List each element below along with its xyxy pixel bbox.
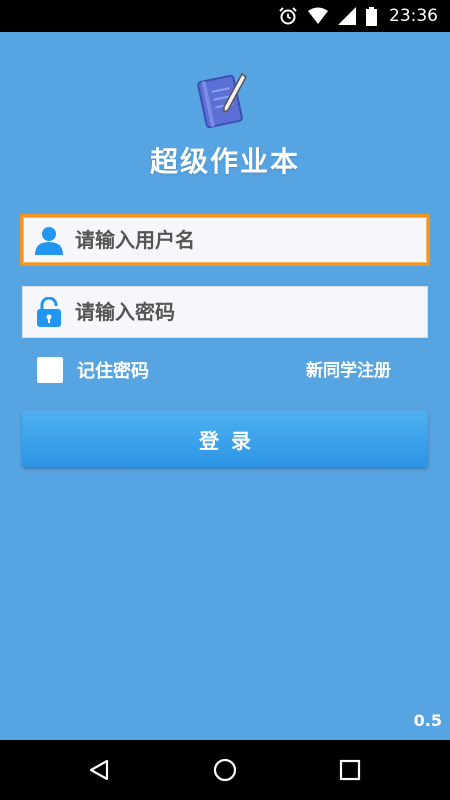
clock-time: 23:36 <box>389 6 438 26</box>
recents-icon[interactable] <box>335 755 365 785</box>
remember-checkbox[interactable] <box>37 357 63 383</box>
user-icon <box>33 224 65 256</box>
navigation-bar <box>0 740 450 800</box>
battery-icon <box>366 6 377 26</box>
signal-icon <box>338 7 356 25</box>
register-link[interactable]: 新同学注册 <box>306 356 391 381</box>
status-bar: 23:36 <box>0 0 450 32</box>
alarm-icon <box>278 6 298 26</box>
remember-label[interactable]: 记住密码 <box>77 357 149 383</box>
home-icon[interactable] <box>210 755 240 785</box>
password-input[interactable] <box>73 299 397 325</box>
lock-icon <box>33 296 65 328</box>
notebook-pen-icon <box>194 70 250 132</box>
remember-password[interactable]: 记住密码 <box>37 357 149 383</box>
password-field[interactable] <box>22 286 428 338</box>
back-icon[interactable] <box>84 755 114 785</box>
login-screen: 超级作业本 记住密码 新同学注册 登录 0.5 <box>0 32 450 740</box>
login-button[interactable]: 登录 <box>22 411 428 467</box>
username-input[interactable] <box>73 227 397 253</box>
version-label: 0.5 <box>413 711 442 730</box>
username-field[interactable] <box>20 214 430 266</box>
app-title: 超级作业本 <box>149 145 300 178</box>
wifi-icon <box>308 7 328 25</box>
